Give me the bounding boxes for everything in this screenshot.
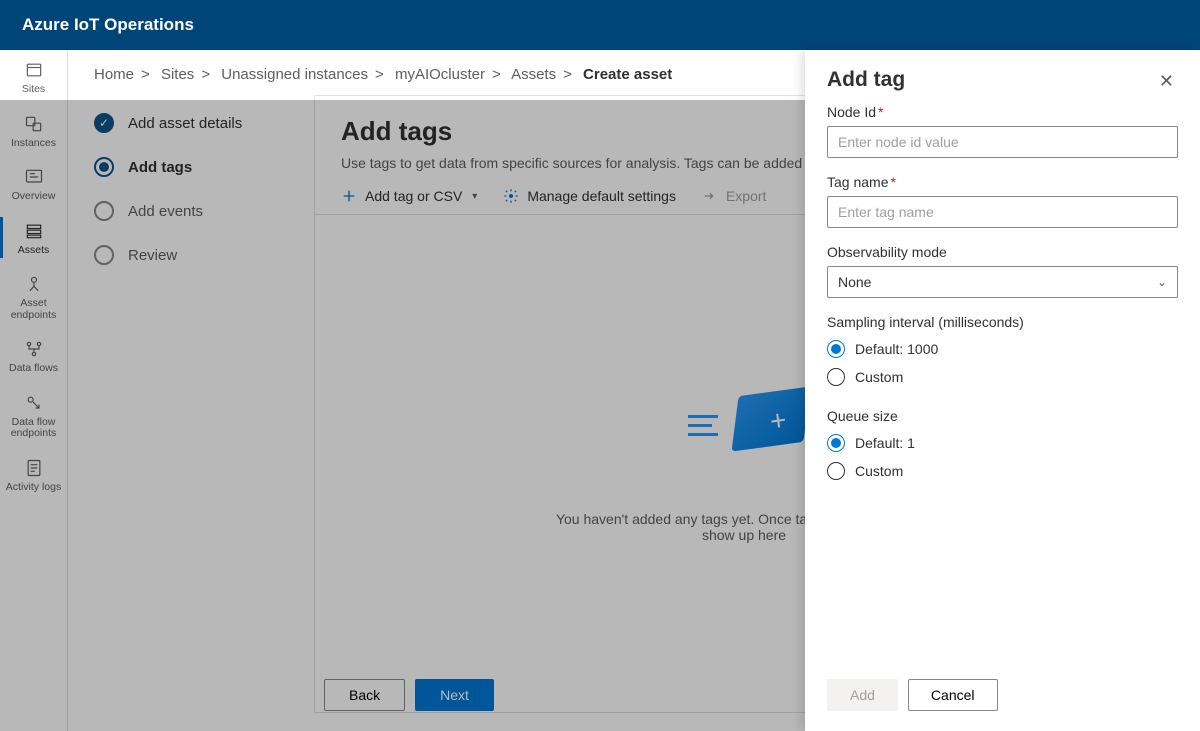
rail-assets[interactable]: Assets bbox=[0, 211, 67, 265]
radio-checked-icon bbox=[827, 340, 845, 358]
radio-label: Default: 1 bbox=[855, 435, 915, 451]
flow-endpoint-icon bbox=[24, 393, 44, 413]
rail-label: Overview bbox=[12, 191, 56, 203]
next-button[interactable]: Next bbox=[415, 679, 494, 711]
rail-activity-logs[interactable]: Activity logs bbox=[0, 448, 67, 502]
radio-label: Default: 1000 bbox=[855, 341, 938, 357]
step-add-events[interactable]: Add events bbox=[94, 201, 314, 221]
endpoint-icon bbox=[24, 274, 44, 294]
add-button[interactable]: Add bbox=[827, 679, 898, 711]
rail-label: Assets bbox=[18, 245, 50, 257]
app-header: Azure IoT Operations bbox=[0, 0, 1200, 50]
back-button[interactable]: Back bbox=[324, 679, 405, 711]
map-icon bbox=[24, 60, 44, 80]
radio-empty-icon bbox=[827, 368, 845, 386]
logs-icon bbox=[24, 458, 44, 478]
step-label: Add events bbox=[128, 203, 203, 220]
assets-icon bbox=[24, 221, 44, 241]
radio-empty-icon bbox=[827, 462, 845, 480]
node-id-input[interactable] bbox=[827, 126, 1178, 158]
crumb-current: Create asset bbox=[583, 66, 672, 83]
crumb-sites[interactable]: Sites bbox=[161, 66, 194, 83]
add-tag-button[interactable]: Add tag or CSV ▾ bbox=[341, 188, 477, 204]
rail-data-flows[interactable]: Data flows bbox=[0, 329, 67, 383]
observability-label: Observability mode bbox=[827, 244, 1178, 260]
radio-checked-icon bbox=[827, 434, 845, 452]
left-rail: Sites Instances Overview Assets Asset en… bbox=[0, 50, 68, 731]
observability-select[interactable]: None ⌄ bbox=[827, 266, 1178, 298]
crumb-home[interactable]: Home bbox=[94, 66, 134, 83]
close-button[interactable]: ✕ bbox=[1155, 68, 1178, 94]
radio-label: Custom bbox=[855, 463, 903, 479]
radio-label: Custom bbox=[855, 369, 903, 385]
plus-icon bbox=[341, 188, 357, 204]
chevron-down-icon: ⌄ bbox=[1157, 275, 1167, 289]
rail-df-endpoints[interactable]: Data flow endpoints bbox=[0, 383, 67, 448]
rail-label: Sites bbox=[22, 84, 45, 96]
sampling-default-radio[interactable]: Default: 1000 bbox=[827, 340, 1178, 358]
step-label: Add tags bbox=[128, 159, 192, 176]
sampling-custom-radio[interactable]: Custom bbox=[827, 368, 1178, 386]
rail-label: Activity logs bbox=[6, 482, 61, 494]
step-asset-details[interactable]: Add asset details bbox=[94, 113, 314, 133]
flow-icon bbox=[24, 339, 44, 359]
rail-label: Data flows bbox=[9, 363, 58, 375]
queue-label: Queue size bbox=[827, 408, 1178, 424]
radio-empty-icon bbox=[94, 201, 114, 221]
step-review[interactable]: Review bbox=[94, 245, 314, 265]
app-title: Azure IoT Operations bbox=[22, 15, 194, 35]
queue-custom-radio[interactable]: Custom bbox=[827, 462, 1178, 480]
wizard-steps: Add asset details Add tags Add events Re… bbox=[94, 95, 314, 713]
panel-title: Add tag bbox=[827, 68, 905, 92]
crumb-assets[interactable]: Assets bbox=[511, 66, 556, 83]
node-id-label: Node Id* bbox=[827, 104, 1178, 120]
crumb-cluster[interactable]: myAIOcluster bbox=[395, 66, 485, 83]
close-icon: ✕ bbox=[1159, 71, 1174, 91]
export-icon bbox=[702, 188, 718, 204]
export-button: Export bbox=[702, 188, 766, 204]
tool-label: Export bbox=[726, 188, 766, 204]
add-tag-panel: Add tag ✕ Node Id* Tag name* Observabili… bbox=[805, 50, 1200, 731]
tag-name-label: Tag name* bbox=[827, 174, 1178, 190]
check-icon bbox=[94, 113, 114, 133]
rail-sites[interactable]: Sites bbox=[0, 50, 67, 104]
rail-overview[interactable]: Overview bbox=[0, 157, 67, 211]
rail-label: Instances bbox=[11, 138, 56, 150]
overview-icon bbox=[24, 167, 44, 187]
select-value: None bbox=[838, 274, 871, 290]
tag-name-input[interactable] bbox=[827, 196, 1178, 228]
step-label: Add asset details bbox=[128, 115, 242, 132]
rail-label: Data flow endpoints bbox=[2, 417, 65, 440]
chevron-down-icon: ▾ bbox=[472, 191, 477, 202]
crumb-unassigned[interactable]: Unassigned instances bbox=[221, 66, 368, 83]
queue-default-radio[interactable]: Default: 1 bbox=[827, 434, 1178, 452]
tool-label: Add tag or CSV bbox=[365, 188, 462, 204]
sampling-label: Sampling interval (milliseconds) bbox=[827, 314, 1178, 330]
rail-asset-endpoints[interactable]: Asset endpoints bbox=[0, 264, 67, 329]
step-add-tags[interactable]: Add tags bbox=[94, 157, 314, 177]
rail-label: Asset endpoints bbox=[2, 298, 65, 321]
radio-filled-icon bbox=[94, 157, 114, 177]
radio-empty-icon bbox=[94, 245, 114, 265]
cancel-button[interactable]: Cancel bbox=[908, 679, 998, 711]
rail-instances[interactable]: Instances bbox=[0, 104, 67, 158]
gear-icon bbox=[503, 188, 519, 204]
tool-label: Manage default settings bbox=[527, 188, 676, 204]
instances-icon bbox=[24, 114, 44, 134]
step-label: Review bbox=[128, 247, 177, 264]
manage-defaults-button[interactable]: Manage default settings bbox=[503, 188, 676, 204]
tag-illustration-icon: + bbox=[664, 385, 824, 485]
